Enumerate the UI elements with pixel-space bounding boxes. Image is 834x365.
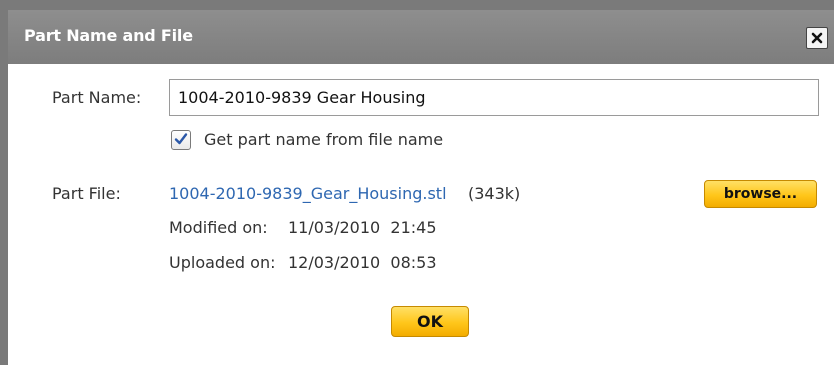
uploaded-value: 12/03/2010 08:53 (288, 253, 437, 272)
close-icon (811, 29, 823, 48)
modified-label: Modified on: (169, 218, 268, 237)
part-file-label: Part File: (52, 184, 121, 203)
part-name-input[interactable] (169, 79, 819, 116)
modified-value: 11/03/2010 21:45 (288, 218, 437, 237)
uploaded-label: Uploaded on: (169, 253, 276, 272)
dialog-title: Part Name and File (24, 26, 193, 45)
close-button[interactable] (806, 27, 828, 49)
dialog-titlebar: Part Name and File (8, 10, 834, 64)
browse-button[interactable]: browse... (704, 180, 817, 208)
part-file-link[interactable]: 1004-2010-9839_Gear_Housing.stl (169, 184, 447, 203)
part-name-label: Part Name: (52, 88, 142, 107)
part-name-file-dialog: Part Name and File Part Name: Get part n… (0, 0, 834, 365)
checkmark-icon (174, 131, 188, 150)
dialog-body: Part Name: Get part name from file name … (8, 64, 834, 365)
checkbox-label[interactable]: Get part name from file name (204, 130, 443, 149)
get-name-from-file-checkbox[interactable] (171, 130, 191, 150)
file-size: (343k) (468, 184, 521, 203)
ok-button[interactable]: OK (391, 306, 469, 337)
